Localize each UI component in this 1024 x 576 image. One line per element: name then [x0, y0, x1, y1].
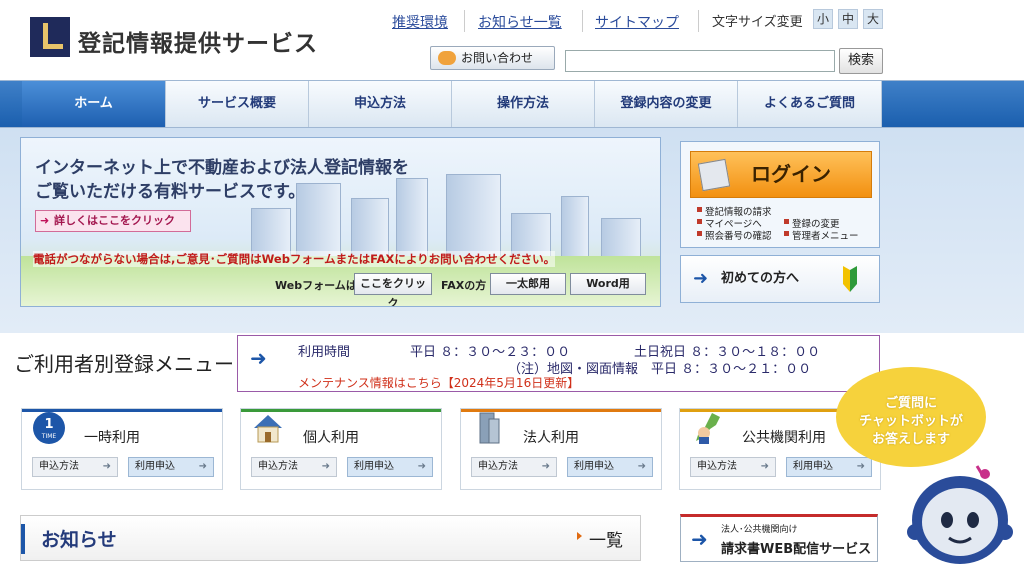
link-sitemap[interactable]: サイトマップ [595, 12, 679, 32]
contact-button[interactable]: お問い合わせ [430, 46, 555, 70]
arrow-right-icon: ➜ [417, 461, 426, 472]
link-news-list[interactable]: お知らせ一覧 [478, 12, 562, 32]
site-title[interactable]: 登記情報提供サービス [78, 24, 318, 58]
font-size-label: 文字サイズ変更 [712, 15, 803, 30]
arrow-right-icon: ➜ [102, 461, 111, 472]
fax-label: FAXの方 [441, 279, 487, 292]
logo-icon[interactable] [30, 17, 70, 57]
search-input[interactable] [565, 50, 835, 72]
howto-apply-button[interactable]: 申込方法 ➜ [471, 457, 557, 477]
invoice-web-button[interactable]: ➜ 法人･公共機関向け 請求書WEB配信サービス [680, 514, 878, 562]
arrow-right-icon: ➜ [541, 461, 550, 472]
font-size-large-button[interactable]: 大 [863, 9, 883, 29]
nav-item-faq[interactable]: よくあるご質問 [738, 81, 882, 127]
first-time-button[interactable]: ➜ 初めての方へ [680, 255, 880, 303]
phone-note: 電話がつながらない場合は,ご意見･ご質問はWebフォームまたはFAXによりお問い… [33, 251, 556, 267]
nav-item-home[interactable]: ホーム [22, 81, 166, 127]
apply-button[interactable]: 利用申込 ➜ [786, 457, 872, 477]
first-time-label: 初めての方へ [721, 271, 800, 286]
invoice-subtitle: 法人･公共機関向け [721, 525, 798, 535]
nav-item-registration-change[interactable]: 登録内容の変更 [595, 81, 738, 127]
arrow-right-icon: ➜ [760, 461, 769, 472]
divider [464, 10, 465, 32]
divider [582, 10, 583, 32]
contact-label: お問い合わせ [461, 51, 534, 65]
nav-item-service-overview[interactable]: サービス概要 [166, 81, 309, 127]
webform-button[interactable]: ここをクリック [354, 273, 432, 306]
hours-label: 利用時間 [298, 345, 351, 360]
search-button[interactable]: 検索 [839, 48, 883, 74]
japan-map-icon [696, 413, 720, 444]
card-personal-use: 個人利用 申込方法 ➜ 利用申込 ➜ [240, 408, 442, 490]
registration-menu-title: ご利用者別登録メニュー [14, 352, 234, 376]
word-button[interactable]: Word用 [570, 273, 646, 295]
arrow-right-icon: ➜ [637, 461, 646, 472]
font-size-medium-button[interactable]: 中 [838, 9, 858, 29]
maintenance-link[interactable]: メンテナンス情報はこちら【2024年5月16日更新】 [298, 374, 579, 391]
card-title: 一時利用 [84, 430, 140, 446]
nav-item-application[interactable]: 申込方法 [309, 81, 452, 127]
house-icon [254, 415, 282, 443]
arrow-right-icon: ➜ [856, 461, 865, 472]
robot-icon[interactable] [905, 462, 1015, 576]
link-inquiry-number[interactable]: 照会番号の確認 [697, 228, 772, 242]
ichitaro-button[interactable]: 一太郎用 [490, 273, 566, 295]
nav-item-operation[interactable]: 操作方法 [452, 81, 595, 127]
banner-line1: インターネット上で不動産および法人登記情報を [35, 158, 409, 178]
webform-label: Webフォームは [275, 279, 357, 292]
service-banner[interactable]: インターネット上で不動産および法人登記情報を ご覧いただける有料サービスです。 … [20, 137, 661, 307]
howto-apply-button[interactable]: 申込方法 ➜ [251, 457, 337, 477]
svg-text:TIME: TIME [41, 433, 57, 440]
clock-one-time-icon: 1 TIME [33, 412, 65, 444]
document-icon [697, 158, 731, 192]
font-size-small-button[interactable]: 小 [813, 9, 833, 29]
arrow-right-icon: ➜ [321, 461, 330, 472]
arrow-right-icon: ➜ [198, 461, 207, 472]
apply-button[interactable]: 利用申込 ➜ [128, 457, 214, 477]
card-corporate-use: 法人利用 申込方法 ➜ 利用申込 ➜ [460, 408, 662, 490]
beginner-leaf-icon [843, 266, 857, 292]
notice-title: お知らせ [41, 529, 117, 551]
notice-header: お知らせ 一覧 [20, 515, 641, 561]
apply-button[interactable]: 利用申込 ➜ [567, 457, 653, 477]
notice-list-link[interactable]: 一覧 [577, 526, 623, 551]
banner-line2: ご覧いただける有料サービスです。 [35, 182, 306, 202]
building-icon [479, 412, 500, 444]
login-label: ログイン [751, 162, 831, 186]
link-admin-menu[interactable]: 管理者メニュー [784, 228, 859, 242]
invoice-title: 請求書WEB配信サービス [721, 542, 872, 557]
details-label: 詳しくはここをクリック [54, 214, 175, 227]
banner-heading: インターネット上で不動産および法人登記情報を ご覧いただける有料サービスです。 [35, 156, 409, 204]
login-button[interactable]: ログイン [690, 151, 872, 198]
arrow-right-icon [577, 532, 582, 540]
arrow-right-icon: ➜ [40, 214, 50, 227]
card-title: 公共機関利用 [742, 430, 826, 446]
notice-accent [21, 524, 25, 554]
divider [698, 10, 699, 32]
howto-apply-button[interactable]: 申込方法 ➜ [32, 457, 118, 477]
arrow-right-icon: ➜ [693, 268, 709, 289]
svg-text:1: 1 [44, 417, 53, 432]
nav-edge-left [0, 81, 22, 127]
apply-button[interactable]: 利用申込 ➜ [347, 457, 433, 477]
global-nav: ホーム サービス概要 申込方法 操作方法 登録内容の変更 よくあるご質問 [0, 80, 1024, 128]
link-recommended-env[interactable]: 推奨環境 [392, 12, 448, 32]
card-temporary-use: 1 TIME 一時利用 申込方法 ➜ 利用申込 ➜ [21, 408, 223, 490]
arrow-right-icon: ➜ [691, 527, 708, 551]
card-title: 法人利用 [523, 430, 579, 446]
chatbot-text[interactable]: ご質問に チャットボットが お答えします [846, 395, 976, 449]
howto-apply-button[interactable]: 申込方法 ➜ [690, 457, 776, 477]
card-title: 個人利用 [303, 430, 359, 446]
hours-panel: ➜ 利用時間 平日 ８：３０～２３：００ 土日祝日 ８：３０～１８：００ （注）… [237, 335, 880, 392]
arrow-right-icon: ➜ [250, 346, 267, 370]
header: 登記情報提供サービス 推奨環境 お知らせ一覧 サイトマップ 文字サイズ変更 小 … [0, 0, 1024, 80]
login-panel: ログイン 登記情報の請求 マイページへ 登録の変更 照会番号の確認 管理者メニュ… [680, 141, 880, 248]
details-button[interactable]: ➜ 詳しくはここをクリック [35, 210, 191, 232]
nav-edge-right [882, 81, 1024, 127]
phone-icon [438, 51, 456, 65]
